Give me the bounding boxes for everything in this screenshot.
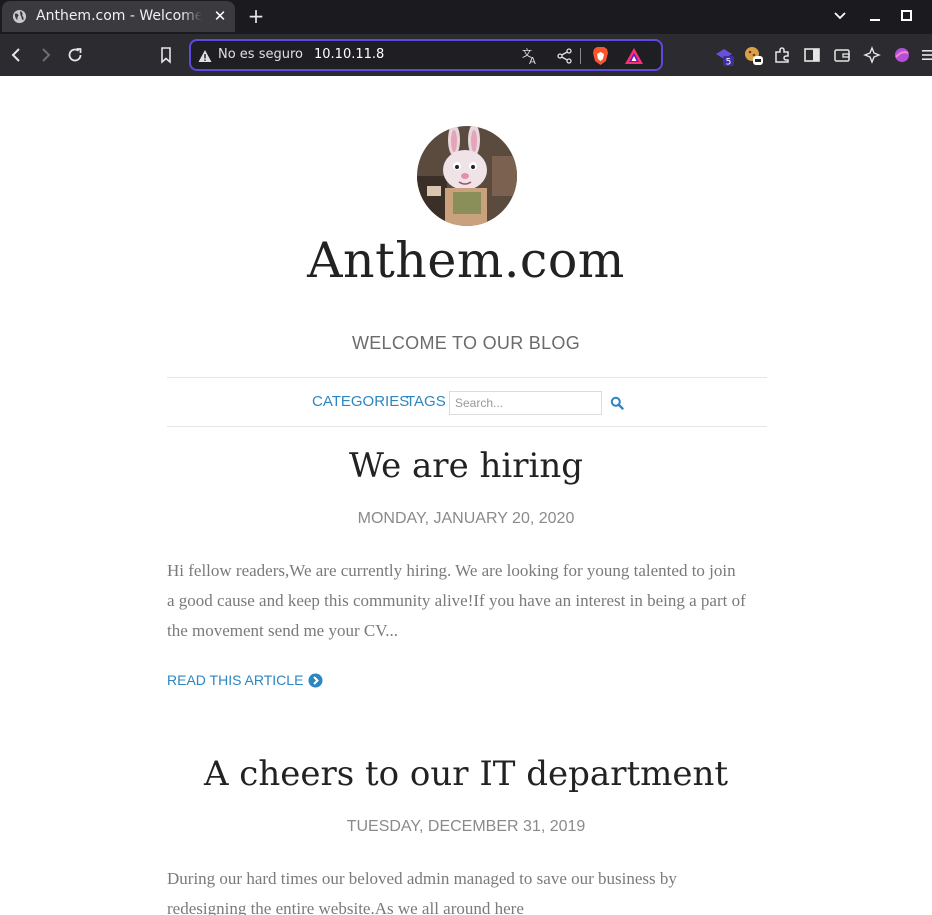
- new-tab-button[interactable]: +: [245, 4, 267, 28]
- bunny-avatar-image: [417, 126, 517, 226]
- wallet-icon[interactable]: [831, 44, 853, 66]
- post-date: MONDAY, JANUARY 20, 2020: [357, 510, 575, 527]
- tab-list-chevron-icon[interactable]: [829, 5, 851, 27]
- tab-title: Anthem.com - Welcome to our blog: [36, 8, 202, 24]
- warning-triangle-icon[interactable]: [198, 49, 212, 63]
- forward-icon[interactable]: [35, 44, 57, 66]
- post-date: TUESDAY, DECEMBER 31, 2019: [346, 818, 586, 835]
- vpn-extension-icon[interactable]: 5: [713, 44, 735, 66]
- search-icon[interactable]: [610, 396, 624, 410]
- nav-categories-link[interactable]: CATEGORIES: [312, 393, 409, 410]
- svg-text:A: A: [529, 56, 536, 65]
- nav-divider-top: [167, 377, 767, 378]
- nav-tags-link[interactable]: TAGS: [406, 393, 446, 410]
- browser-tab[interactable]: Anthem.com - Welcome to our blog ✕: [2, 1, 235, 32]
- profile-avatar-icon[interactable]: [891, 44, 913, 66]
- cookie-extension-icon[interactable]: [742, 44, 764, 66]
- site-avatar: [417, 126, 517, 226]
- sidebar-icon[interactable]: [801, 44, 823, 66]
- post-excerpt: Hi fellow readers,We are currently hirin…: [167, 561, 746, 640]
- page-content: Anthem.com WELCOME TO OUR BLOG CATEGORIE…: [0, 76, 932, 915]
- browser-tab-strip: Anthem.com - Welcome to our blog ✕ +: [0, 0, 932, 34]
- brave-rewards-icon[interactable]: [624, 47, 644, 65]
- extension-badge: 5: [726, 58, 732, 67]
- minimize-icon[interactable]: [864, 5, 886, 27]
- maximize-icon[interactable]: [895, 5, 917, 27]
- share-icon[interactable]: [556, 47, 574, 65]
- bookmark-icon[interactable]: [155, 44, 177, 66]
- post-title[interactable]: We are hiring: [0, 446, 932, 486]
- chevron-circle-right-icon: [308, 673, 323, 687]
- security-status-label[interactable]: No es seguro: [218, 47, 303, 62]
- brave-shields-icon[interactable]: [591, 46, 610, 66]
- address-bar[interactable]: No es seguro 10.10.11.8 文 A: [189, 39, 663, 71]
- back-icon[interactable]: [5, 44, 27, 66]
- translate-icon[interactable]: 文 A: [521, 47, 539, 65]
- site-title[interactable]: Anthem.com: [0, 232, 932, 289]
- post-title[interactable]: A cheers to our IT department: [0, 754, 932, 794]
- leo-ai-icon[interactable]: [861, 44, 883, 66]
- menu-icon[interactable]: [918, 44, 932, 66]
- extensions-puzzle-icon[interactable]: [771, 44, 793, 66]
- url-text[interactable]: 10.10.11.8: [314, 47, 384, 62]
- globe-icon: [12, 9, 27, 24]
- post-excerpt: During our hard times our beloved admin …: [167, 869, 677, 915]
- reload-icon[interactable]: [64, 44, 86, 66]
- read-more-link[interactable]: READ THIS ARTICLE: [167, 672, 323, 688]
- site-tagline: WELCOME TO OUR BLOG: [351, 333, 581, 353]
- tab-close-icon[interactable]: ✕: [210, 6, 230, 26]
- url-divider: [580, 48, 581, 64]
- search-input[interactable]: [449, 391, 602, 415]
- nav-divider-bottom: [167, 426, 767, 427]
- read-more-label: READ THIS ARTICLE: [167, 672, 304, 688]
